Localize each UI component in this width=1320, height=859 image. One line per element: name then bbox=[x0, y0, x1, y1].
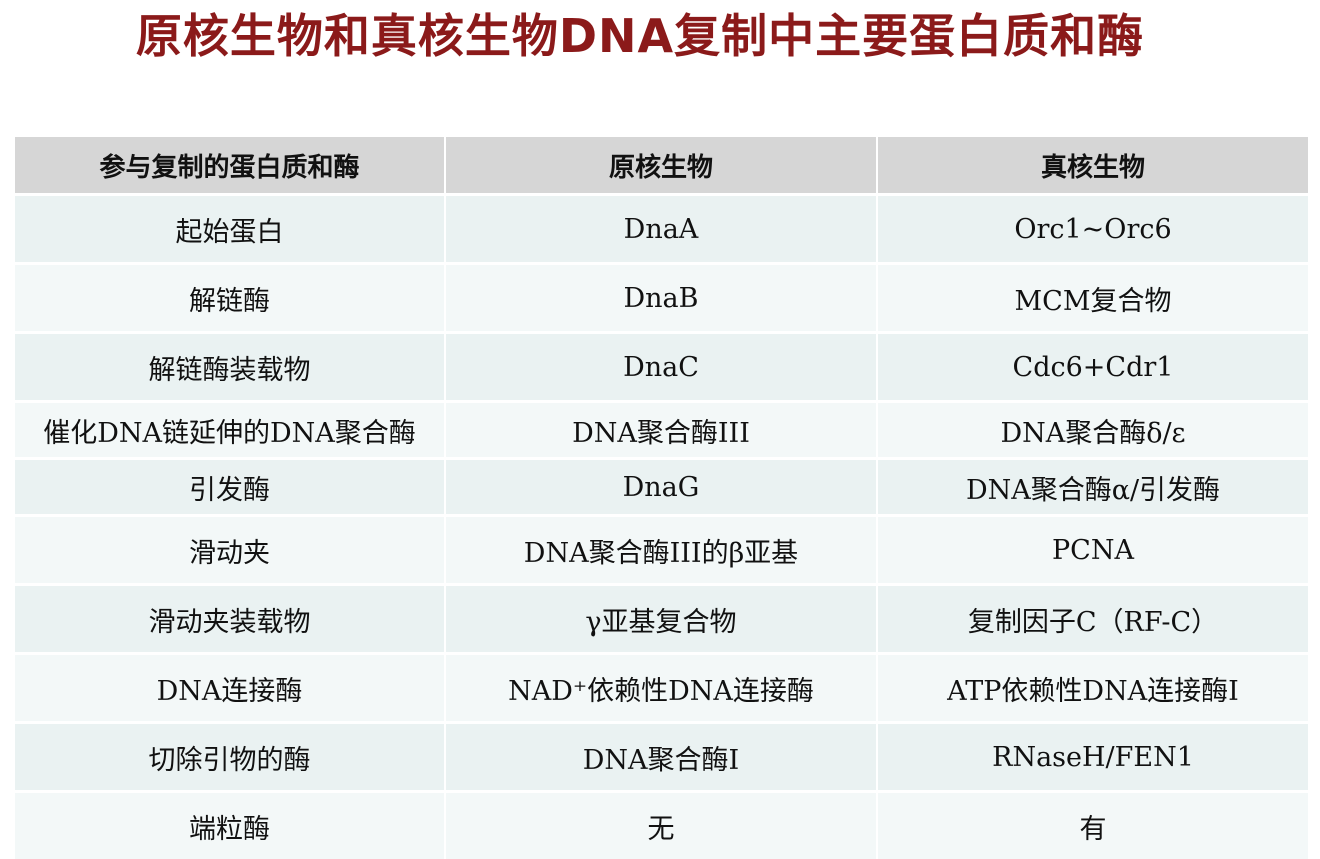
protein-enzyme-table: 参与复制的蛋白质和酶 原核生物 真核生物 起始蛋白 DnaA Orc1~Orc6… bbox=[15, 137, 1308, 859]
table-cell-factor: DNA连接酶 bbox=[15, 655, 444, 721]
table-cell-factor: 引发酶 bbox=[15, 460, 444, 514]
table-cell-prokaryote: DNA聚合酶III bbox=[446, 403, 876, 457]
table-cell-prokaryote: 无 bbox=[446, 793, 876, 859]
table-cell-factor: 端粒酶 bbox=[15, 793, 444, 859]
table-cell-factor: 滑动夹 bbox=[15, 517, 444, 583]
table-cell-prokaryote: γ亚基复合物 bbox=[446, 586, 876, 652]
column-header-factor: 参与复制的蛋白质和酶 bbox=[15, 137, 444, 193]
table-cell-factor: 解链酶装载物 bbox=[15, 334, 444, 400]
page-title: 原核生物和真核生物DNA复制中主要蛋白质和酶 bbox=[135, 9, 1145, 63]
table-cell-prokaryote: DnaB bbox=[446, 265, 876, 331]
column-header-eukaryote: 真核生物 bbox=[878, 137, 1308, 193]
table-cell-prokaryote: DnaA bbox=[446, 196, 876, 262]
table-cell-eukaryote: DNA聚合酶δ/ε bbox=[878, 403, 1308, 457]
column-header-prokaryote: 原核生物 bbox=[446, 137, 876, 193]
table-cell-eukaryote: DNA聚合酶α/引发酶 bbox=[878, 460, 1308, 514]
table-cell-prokaryote: DNA聚合酶I bbox=[446, 724, 876, 790]
table-cell-eukaryote: 有 bbox=[878, 793, 1308, 859]
table-cell-prokaryote: DNA聚合酶III的β亚基 bbox=[446, 517, 876, 583]
table-cell-prokaryote: DnaC bbox=[446, 334, 876, 400]
table-cell-eukaryote: Cdc6+Cdr1 bbox=[878, 334, 1308, 400]
table-cell-prokaryote: DnaG bbox=[446, 460, 876, 514]
table-cell-eukaryote: MCM复合物 bbox=[878, 265, 1308, 331]
table-cell-factor: 滑动夹装载物 bbox=[15, 586, 444, 652]
table-cell-eukaryote: PCNA bbox=[878, 517, 1308, 583]
table-cell-eukaryote: RNaseH/FEN1 bbox=[878, 724, 1308, 790]
table-cell-eukaryote: ATP依赖性DNA连接酶I bbox=[878, 655, 1308, 721]
table-cell-eukaryote: Orc1~Orc6 bbox=[878, 196, 1308, 262]
table-cell-factor: 起始蛋白 bbox=[15, 196, 444, 262]
table-cell-factor: 解链酶 bbox=[15, 265, 444, 331]
table-cell-prokaryote: NAD⁺依赖性DNA连接酶 bbox=[446, 655, 876, 721]
table-cell-factor: 切除引物的酶 bbox=[15, 724, 444, 790]
table-cell-factor: 催化DNA链延伸的DNA聚合酶 bbox=[15, 403, 444, 457]
table-cell-eukaryote: 复制因子C（RF-C） bbox=[878, 586, 1308, 652]
